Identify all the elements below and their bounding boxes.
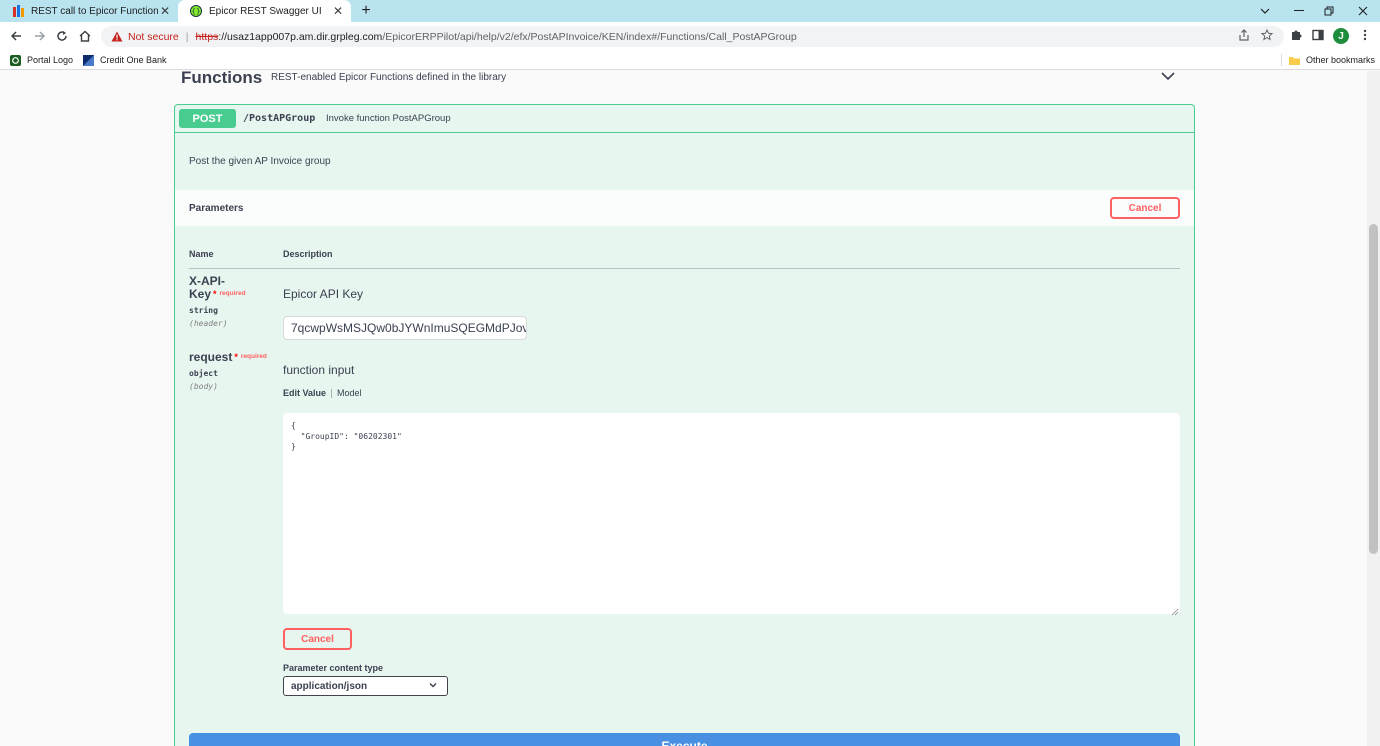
tab-divider [331,388,333,398]
page-scrollbar[interactable] [1367,71,1380,746]
tab-search-icon[interactable] [1248,0,1282,22]
param-description: function input [283,363,355,377]
bookmark-label: Credit One Bank [100,55,167,65]
resize-grip-icon[interactable] [1171,605,1179,616]
parameters-header: Parameters Cancel [175,190,1194,226]
reload-icon[interactable] [53,27,71,45]
close-tab-icon[interactable]: ✕ [331,4,345,18]
swagger-favicon-icon: {} [190,5,202,17]
api-key-input[interactable]: 7qcwpWsMSJQw0bJYWnImuSQEGMdPJov [283,316,527,340]
bookmarks-divider [1281,54,1282,66]
bookmark-star-icon[interactable] [1259,27,1275,43]
minimize-icon[interactable] [1282,0,1316,22]
credit-one-bank-icon [83,54,94,66]
tab-edit-value[interactable]: Edit Value [283,388,326,398]
home-icon[interactable] [76,27,94,45]
param-name-line1: X-API- [189,274,225,288]
url-path: /EpicorERPPilot/api/help/v2/efx/PostAPIn… [382,30,797,43]
http-method-badge: POST [179,109,236,128]
operation-summary-bar[interactable]: POST /PostAPGroup Invoke function PostAP… [175,105,1194,133]
scrollbar-thumb[interactable] [1369,224,1378,554]
param-description: Epicor API Key [283,287,364,301]
address-bar[interactable]: Not secure | https://usaz1app007p.am.dir… [101,26,1284,47]
restore-icon[interactable] [1312,0,1346,22]
cancel-body-button[interactable]: Cancel [283,628,352,650]
close-tab-icon[interactable]: ✕ [158,4,172,18]
folder-icon [1289,56,1300,65]
cancel-try-out-button[interactable]: Cancel [1110,197,1180,219]
operation-description: Post the given AP Invoice group [189,156,331,167]
param-type: object [189,369,218,378]
param-name-text: request [189,350,233,364]
browser-tab-title: REST call to Epicor Function thro [31,5,158,17]
side-panel-icon[interactable] [1310,27,1326,43]
address-separator: | [185,30,189,43]
browser-tab-title: Epicor REST Swagger UI [209,5,322,17]
param-name-line2: Key [189,287,212,301]
request-body-editor[interactable]: { "GroupID": "06202301" } [283,413,1180,614]
close-window-icon[interactable] [1346,0,1380,22]
svg-text:{}: {} [192,8,201,16]
operation-path: /PostAPGroup [243,113,316,124]
section-description: REST-enabled Epicor Functions defined in… [271,72,507,83]
param-location: (header) [189,319,228,328]
column-header-name: Name [189,249,214,259]
back-icon[interactable] [7,27,25,45]
required-star: * [213,289,217,299]
content-type-select[interactable]: application/json [283,676,448,696]
content-type-label: Parameter content type [283,663,384,673]
operation-summary: Invoke function PostAPGroup [326,113,451,124]
more-menu-icon[interactable] [1357,27,1373,43]
forward-icon[interactable] [31,27,49,45]
required-label: required [219,290,246,297]
url-scheme: https [195,30,219,43]
bookmarks-bar: Portal Logo Credit One Bank Other bookma… [0,50,1380,70]
url-host: ://usaz1app007p.am.dir.grpleg.com [218,30,383,43]
param-name-x-api-key: X-API- Key * required [189,275,246,301]
share-icon[interactable] [1236,27,1252,43]
bookmark-label: Portal Logo [27,55,74,65]
tab-model[interactable]: Model [337,388,362,398]
bookmark-credit-one-bank[interactable]: Credit One Bank [83,53,167,67]
stackoverflow-favicon-icon [12,5,24,17]
body-tab-switch: Edit Value Model [283,388,362,398]
bookmark-portal-logo[interactable]: Portal Logo [10,53,73,67]
column-header-divider [189,268,1180,269]
required-star: * [234,352,238,362]
execute-button[interactable]: Execute [189,733,1180,746]
chevron-down-icon [429,683,437,688]
profile-avatar[interactable]: J [1333,28,1349,44]
parameters-title: Parameters [189,203,244,214]
page-viewport: Functions REST-enabled Epicor Functions … [0,71,1367,746]
other-bookmarks-label: Other bookmarks [1306,55,1376,65]
warning-icon [111,31,123,43]
section-title[interactable]: Functions [181,71,262,88]
operation-block-post: POST /PostAPGroup Invoke function PostAP… [174,104,1195,746]
portal-logo-icon [10,54,21,66]
extensions-puzzle-icon[interactable] [1288,27,1304,43]
column-header-description: Description [283,249,333,259]
required-label: required [240,353,267,360]
browser-tab-rest-call[interactable]: REST call to Epicor Function thro ✕ [0,0,178,22]
content-type-value: application/json [291,680,368,692]
param-type: string [189,306,218,315]
security-label[interactable]: Not secure [128,31,179,43]
section-collapse-chevron-icon[interactable] [1160,71,1176,81]
browser-toolbar: Not secure | https://usaz1app007p.am.dir… [0,22,1380,50]
param-name-request: request * required [189,351,267,364]
param-location: (body) [189,382,218,391]
browser-tab-swagger[interactable]: {} Epicor REST Swagger UI ✕ [178,0,351,22]
browser-tabstrip: REST call to Epicor Function thro ✕ {} E… [0,0,1380,22]
new-tab-icon[interactable]: + [357,2,375,20]
other-bookmarks[interactable]: Other bookmarks [1289,53,1375,67]
